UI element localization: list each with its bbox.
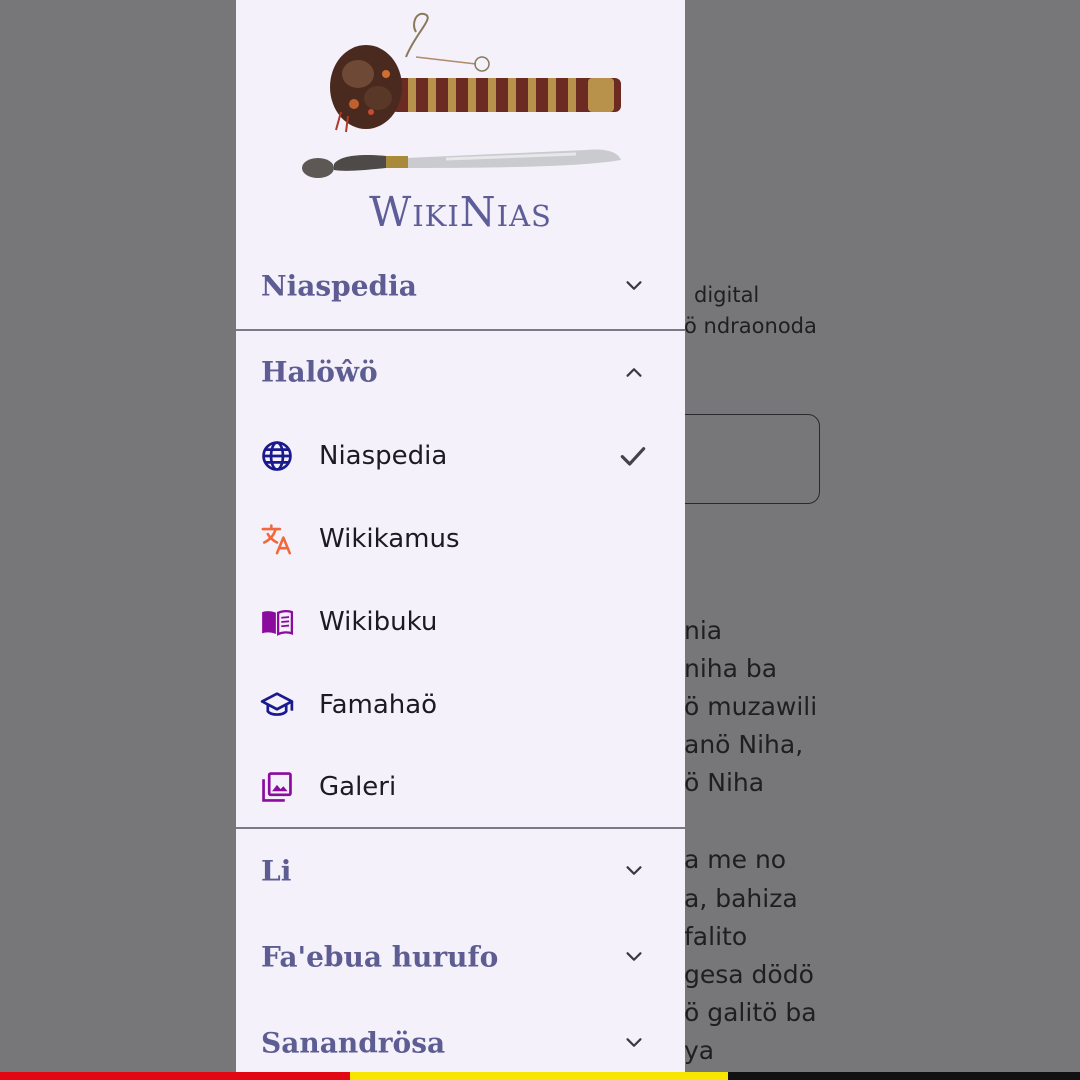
flag-segment-black — [728, 1072, 1080, 1080]
section-title: Li — [261, 854, 292, 888]
section-title: Fa'ebua hurufo — [261, 940, 499, 974]
menu-item-label: Galeri — [319, 772, 397, 802]
menu-item-label: Niaspedia — [319, 441, 448, 471]
school-icon — [260, 692, 294, 716]
bg-text-line: a, bahiza — [684, 884, 798, 913]
bg-text-line: nia — [684, 616, 723, 645]
section-header-sanandrosa[interactable]: Sanandrösa — [236, 1008, 685, 1078]
section-title: Sanandrösa — [261, 1026, 446, 1060]
bg-text-line: niha ba — [684, 654, 778, 683]
section-header-niaspedia[interactable]: Niaspedia — [236, 251, 685, 321]
menu-item-label: Famahaö — [319, 690, 438, 720]
bg-text-line: falito — [684, 922, 748, 951]
section-title: Niaspedia — [261, 269, 417, 303]
book-icon — [262, 609, 294, 636]
menu-item-wikibuku[interactable]: Wikibuku — [236, 587, 685, 657]
gallery-icon — [262, 772, 292, 802]
bg-text-line: ö muzawili — [684, 692, 818, 721]
app-screen: digital ö ndraonoda nia niha ba ö muzawi… — [0, 0, 1080, 1080]
section-header-faebua-hurufo[interactable]: Fa'ebua hurufo — [236, 922, 685, 992]
menu-item-galeri[interactable]: Galeri — [236, 752, 685, 822]
chevron-up-icon — [626, 368, 642, 377]
chevron-down-icon — [626, 281, 642, 290]
bg-text-line: anö Niha, — [684, 730, 804, 759]
bg-text-line: ö Niha — [684, 768, 765, 797]
section-title: Halöŵö — [261, 355, 378, 389]
translate-icon — [261, 524, 292, 555]
chevron-down-icon — [626, 952, 642, 961]
bg-text-line: gesa dödö — [684, 960, 814, 989]
menu-item-wikikamus[interactable]: Wikikamus — [236, 504, 685, 574]
menu-item-niaspedia[interactable]: Niaspedia — [236, 421, 685, 491]
bg-text-line: a me no — [684, 845, 787, 874]
globe-icon — [262, 441, 292, 471]
flag-color-strip — [0, 1072, 1080, 1080]
flag-segment-red — [0, 1072, 350, 1080]
dagger-logo-image — [302, 12, 621, 178]
menu-item-label: Wikikamus — [319, 524, 460, 554]
section-header-halowo[interactable]: Halöŵö — [236, 337, 685, 407]
chevron-down-icon — [626, 866, 642, 875]
chevron-down-icon — [626, 1038, 642, 1047]
check-icon — [620, 447, 646, 466]
menu-item-label: Wikibuku — [319, 607, 438, 637]
navigation-drawer: WikiNias Niaspedia Halöŵö Niaspedia Wiki… — [236, 0, 685, 1080]
bg-text-line: ya — [684, 1036, 715, 1065]
section-header-li[interactable]: Li — [236, 836, 685, 906]
divider — [236, 827, 685, 829]
menu-item-famahao[interactable]: Famahaö — [236, 670, 685, 740]
brand-logo-text: WikiNias — [369, 188, 552, 236]
bg-text-line: digital — [694, 283, 760, 307]
bg-text-line: ö ndraonoda — [684, 314, 817, 338]
divider — [236, 329, 685, 331]
flag-segment-yellow — [350, 1072, 728, 1080]
bg-text-line: ö galitö ba — [684, 998, 817, 1027]
